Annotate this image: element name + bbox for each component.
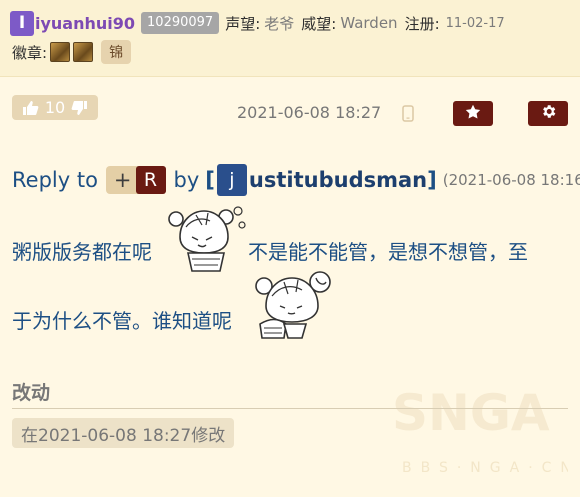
favorite-button[interactable] bbox=[453, 101, 493, 126]
register-date: 11-02-17 bbox=[445, 15, 505, 31]
post-date: 2021-06-08 18:27 bbox=[237, 103, 382, 122]
thumbs-down-icon[interactable] bbox=[71, 100, 88, 116]
watermark-logo: SNGA BBS·NGA·CN bbox=[388, 372, 571, 482]
prestige-label: 威望: bbox=[301, 14, 337, 33]
register-label: 注册: bbox=[404, 14, 440, 33]
vote-count: 10 bbox=[44, 98, 66, 117]
open-bracket: [ bbox=[205, 168, 215, 192]
close-bracket: ] bbox=[427, 168, 437, 192]
reply-by-label: by bbox=[173, 168, 200, 192]
fame-label: 声望: bbox=[225, 14, 261, 33]
sticker-image bbox=[166, 203, 246, 277]
badge-icon-1[interactable] bbox=[50, 42, 71, 62]
thumbs-up-icon[interactable] bbox=[22, 100, 39, 116]
sticker-image bbox=[254, 268, 334, 344]
edit-note: 在2021-06-08 18:27修改 bbox=[12, 418, 235, 448]
edit-divider bbox=[12, 408, 568, 409]
badge-tag[interactable]: 锦 bbox=[101, 40, 132, 64]
user-id-badge[interactable]: 10290097 bbox=[141, 12, 220, 34]
reply-author-initial[interactable]: j bbox=[216, 164, 247, 196]
badge-icon-2[interactable] bbox=[73, 42, 94, 62]
reply-line: Reply to + R by [ j ustitubudsman ] (202… bbox=[12, 164, 580, 196]
svg-text:BBS·NGA·CN: BBS·NGA·CN bbox=[402, 460, 568, 476]
star-icon bbox=[465, 104, 481, 123]
edit-note-text: 在2021-06-08 18:27修改 bbox=[21, 425, 226, 446]
reply-author-name[interactable]: ustitubudsman bbox=[249, 168, 427, 192]
username-link[interactable]: iyuanhui90 bbox=[35, 14, 135, 33]
prestige-value: Warden bbox=[340, 14, 398, 32]
gear-icon bbox=[540, 103, 557, 124]
settings-button[interactable] bbox=[528, 101, 568, 126]
user-avatar-initial[interactable]: I bbox=[10, 10, 34, 36]
edit-section-title: 改动 bbox=[12, 382, 51, 404]
user-info-row: I iyuanhui90 10290097 声望: 老爷 威望: Warden … bbox=[10, 10, 505, 36]
reply-target-chip[interactable]: + R bbox=[105, 166, 166, 194]
reply-to-label: Reply to bbox=[12, 168, 98, 192]
phone-icon bbox=[402, 105, 414, 126]
reply-time: (2021-06-08 18:16) bbox=[442, 171, 580, 189]
post-body-line-2: 于为什么不管。谁知道呢 bbox=[12, 309, 232, 333]
badges-label: 徽章: bbox=[12, 43, 48, 62]
reply-target-plus: + bbox=[113, 168, 132, 192]
post-body-line-1a: 粥版版务都在呢 bbox=[12, 240, 152, 264]
badges-row: 徽章: 锦 bbox=[12, 39, 132, 65]
post-body-line-1b: 不是能不能管，是想不想管，至 bbox=[248, 240, 528, 264]
fame-value: 老爷 bbox=[264, 14, 295, 33]
vote-widget: 10 bbox=[12, 95, 98, 120]
svg-text:SNGA: SNGA bbox=[392, 384, 550, 442]
reply-target-initial: R bbox=[135, 166, 166, 194]
user-info-header: I iyuanhui90 10290097 声望: 老爷 威望: Warden … bbox=[0, 0, 580, 77]
